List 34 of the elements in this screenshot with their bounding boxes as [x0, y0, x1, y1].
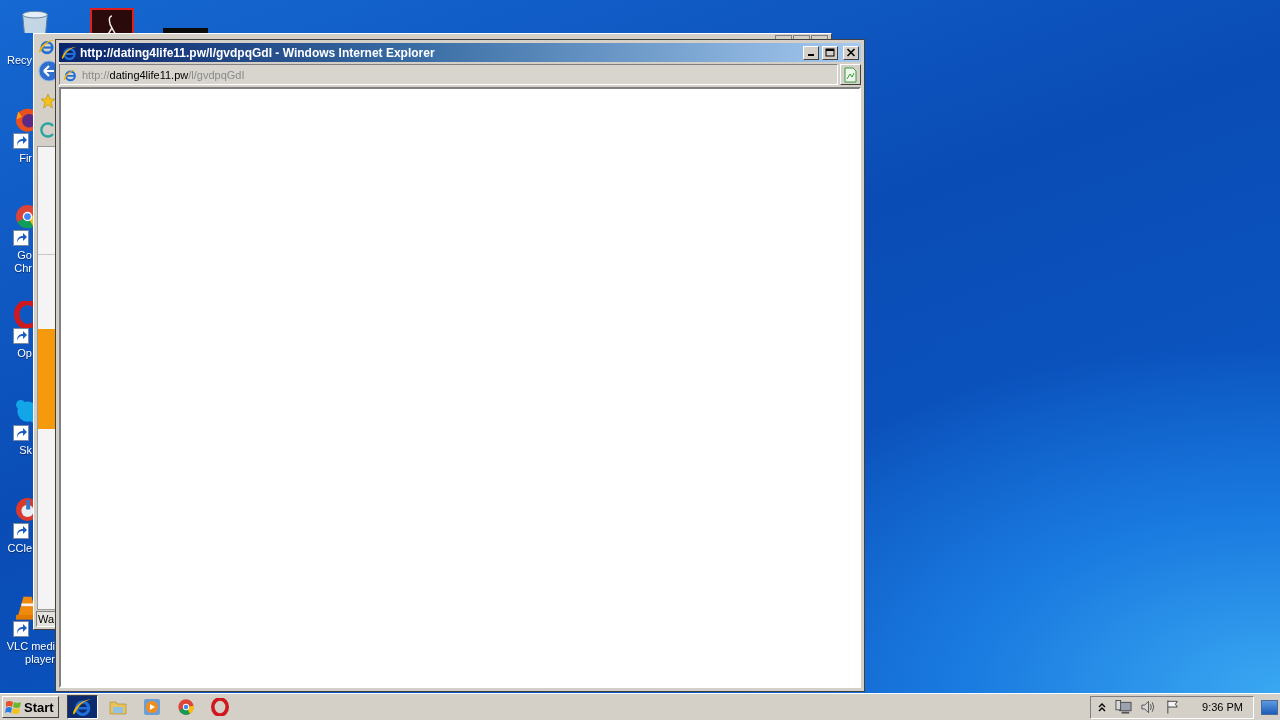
chart-page-icon [843, 66, 858, 83]
status-text: Wa [36, 611, 57, 627]
star-icon[interactable] [40, 93, 56, 109]
page-button[interactable] [840, 64, 861, 85]
e-logo-icon [72, 697, 93, 717]
close-button[interactable] [843, 45, 859, 60]
refresh-icon[interactable] [40, 122, 56, 138]
e-logo-icon [38, 38, 55, 55]
ring-icon[interactable] [210, 698, 229, 716]
maximize-icon [825, 48, 835, 57]
show-desktop-button[interactable] [1261, 699, 1278, 715]
icon-label: Op [16, 346, 32, 360]
icon-label: Recy [5, 54, 32, 67]
window-title: http://dating4life11.pw/l/gvdpqGdI - Windows Internet Explorer [80, 45, 436, 60]
icon-label: Fir [18, 151, 32, 165]
play-icon[interactable] [142, 698, 161, 716]
icon-label: Sk [18, 444, 32, 458]
e-logo-icon [63, 67, 77, 82]
start-button[interactable]: Start [2, 696, 59, 718]
icon-label: Go Chr [13, 249, 32, 276]
icon-label: CCle [6, 542, 32, 555]
back-button[interactable] [38, 60, 56, 82]
close-icon [846, 48, 856, 57]
network-icon[interactable] [1115, 699, 1133, 715]
wheel-icon[interactable] [176, 698, 195, 716]
taskbar-button[interactable] [66, 695, 98, 719]
clock: 9:36 PM [1202, 701, 1243, 713]
icon-label: VLC medi player [5, 639, 55, 666]
app-tile-icon[interactable] [90, 8, 134, 33]
windows-logo-icon [5, 699, 22, 715]
maximize-button[interactable] [822, 45, 838, 60]
e-logo-icon [61, 44, 77, 61]
minimize-button[interactable] [803, 45, 819, 60]
address-field[interactable]: http://dating4life11.pw/l/gvdpqGdI [59, 64, 838, 85]
